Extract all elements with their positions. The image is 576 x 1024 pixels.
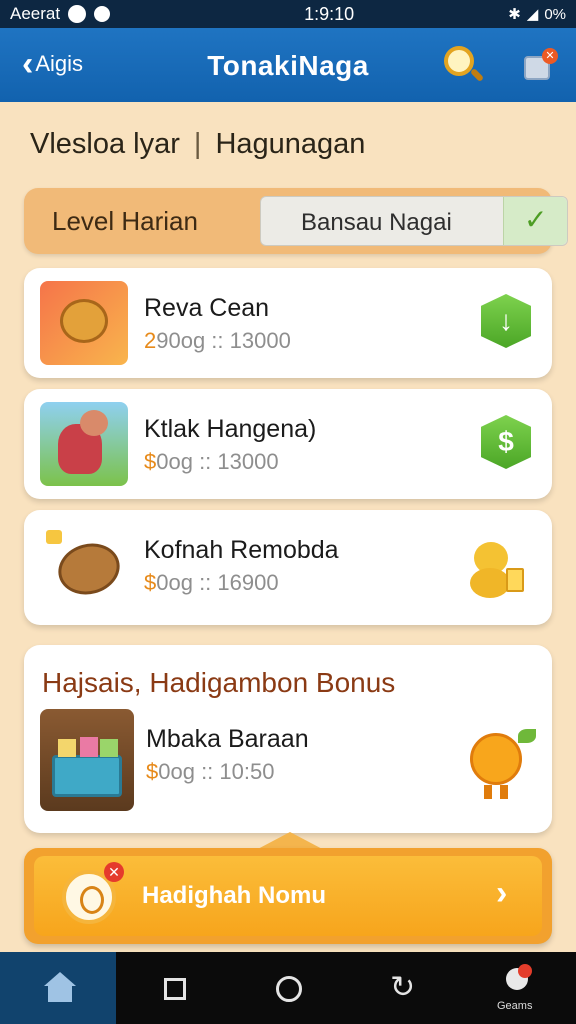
list-item[interactable]: Reva Cean 290og :: 13000 ↓: [24, 268, 552, 378]
signal-icon: ◢: [526, 6, 539, 23]
bonus-item-price: $0og :: 10:50: [146, 759, 275, 784]
sun-chick-icon: [456, 727, 540, 803]
list-item[interactable]: Ktlak Hangena) $0og :: 13000 $: [24, 389, 552, 499]
level-bar: Level Harian Bansau Nagai ✓: [24, 188, 568, 254]
notification-icon[interactable]: ✕: [520, 46, 558, 84]
chevron-right-icon[interactable]: ›: [496, 874, 507, 913]
breadcrumb: Vlesloa lyar | Hagunagan: [30, 128, 365, 161]
check-icon: ✓: [524, 204, 548, 235]
refresh-icon[interactable]: ↻: [390, 970, 415, 1005]
creature-thumbnail: [40, 402, 128, 486]
bluetooth-icon: ✱: [508, 6, 521, 23]
navigation-bar: ↻ Geams: [0, 952, 576, 1024]
search-icon[interactable]: [442, 44, 485, 84]
carrier-label: Aeerat: [10, 4, 61, 23]
bonus-item-name: Mbaka Baraan: [146, 725, 309, 753]
item-price: 290og :: 13000: [144, 328, 291, 353]
pot-thumbnail: [40, 281, 128, 365]
drum-thumbnail: [40, 524, 128, 608]
status-time: 1:9:10: [304, 3, 355, 24]
app-header: ‹ Aigis TonakiNaga ✕: [0, 28, 576, 102]
bonus-title: Hajsais, Hadigambon Bonus: [42, 667, 396, 698]
item-name: Kofnah Remobda: [144, 536, 339, 564]
recent-apps-icon[interactable]: [164, 978, 186, 1000]
level-select[interactable]: Bansau Nagai ✓: [260, 196, 568, 246]
game-icon[interactable]: [498, 964, 534, 996]
item-name: Reva Cean: [144, 294, 270, 322]
game-label: Geams: [497, 1000, 533, 1012]
sync-icon: [68, 5, 87, 23]
banner-inner: ✕ Hadighah Nomu ›: [34, 856, 542, 936]
home-icon: [44, 972, 76, 1004]
clock-icon: [94, 6, 111, 22]
banner-label: Hadighah Nomu: [142, 882, 326, 909]
item-price: $0og :: 16900: [144, 570, 279, 595]
shop-thumbnail[interactable]: [40, 709, 134, 811]
breadcrumb-second[interactable]: Hagunagan: [215, 128, 365, 161]
item-price: $0og :: 13000: [144, 449, 279, 474]
home-circle-icon[interactable]: [276, 976, 302, 1002]
confirm-button[interactable]: ✓: [503, 197, 567, 245]
bonus-card: Hajsais, Hadigambon Bonus Mbaka Baraan $…: [24, 645, 552, 833]
level-select-value: Bansau Nagai: [301, 209, 452, 236]
status-bar: Aeerat 1:9:10 ✱ ◢ 0%: [0, 0, 576, 28]
chick-icon: [468, 536, 528, 602]
close-badge-icon[interactable]: ✕: [104, 862, 124, 882]
level-label: Level Harian: [52, 206, 198, 236]
bonus-banner[interactable]: ✕ Hadighah Nomu ›: [24, 848, 552, 944]
battery-percent: 0%: [544, 5, 566, 23]
download-icon[interactable]: ↓: [481, 294, 531, 348]
dollar-icon[interactable]: $: [481, 415, 531, 469]
page-title: TonakiNaga: [207, 50, 369, 81]
breadcrumb-first[interactable]: Vlesloa lyar: [30, 128, 180, 161]
list-item[interactable]: Kofnah Remobda $0og :: 16900: [24, 510, 552, 625]
nav-home[interactable]: [0, 952, 116, 1024]
item-name: Ktlak Hangena): [144, 415, 317, 443]
breadcrumb-separator: |: [193, 128, 202, 160]
